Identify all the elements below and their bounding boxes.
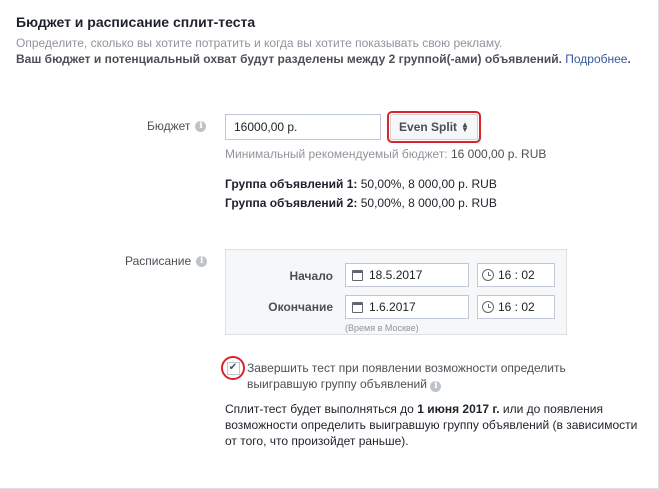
split-type-label: Even Split	[399, 120, 458, 134]
min-budget-value: 16 000,00 р. RUB	[451, 147, 547, 161]
ad-group-2-name: Группа объявлений 2:	[225, 196, 358, 210]
end-test-label-text: Завершить тест при появлении возможности…	[247, 361, 566, 391]
schedule-label: Расписание	[125, 254, 192, 268]
description-prefix: Сплит-тест будет выполняться до	[225, 402, 414, 416]
budget-row-label: Бюджет i	[147, 119, 207, 133]
calendar-icon	[352, 301, 363, 313]
section-note: Ваш бюджет и потенциальный охват будут р…	[16, 52, 631, 66]
split-type-dropdown[interactable]: Even Split ▲ ▼	[387, 111, 481, 143]
learn-more-suffix: .	[627, 52, 631, 66]
clock-icon	[482, 301, 494, 313]
end-date-field[interactable]: 1.6.2017	[345, 295, 469, 319]
end-test-checkbox-highlight: ✔	[221, 356, 245, 380]
end-test-checkbox[interactable]: ✔	[226, 361, 240, 375]
updown-arrows-icon: ▲ ▼	[461, 120, 469, 134]
section-note-text: Ваш бюджет и потенциальный охват будут р…	[16, 52, 562, 66]
clock-icon	[482, 269, 494, 281]
calendar-icon	[352, 269, 363, 281]
start-time-value: 16 : 02	[498, 268, 535, 282]
learn-more-link[interactable]: Подробнее	[565, 52, 627, 66]
budget-info-icon[interactable]: i	[195, 120, 207, 132]
split-test-description: Сплит-тест будет выполняться до 1 июня 2…	[225, 401, 645, 449]
start-date-value: 18.5.2017	[369, 268, 423, 282]
ad-group-2-allocation: Группа объявлений 2: 50,00%, 8 000,00 р.…	[225, 196, 497, 210]
ad-group-1-allocation: Группа объявлений 1: 50,00%, 8 000,00 р.…	[225, 177, 497, 191]
end-test-info-icon[interactable]: i	[430, 380, 442, 392]
min-budget-hint: Минимальный рекомендуемый бюджет: 16 000…	[225, 147, 546, 161]
schedule-row-label: Расписание i	[125, 254, 208, 268]
start-label: Начало	[289, 269, 333, 283]
timezone-note: (Время в Москве)	[345, 323, 419, 333]
description-date: 1 июня 2017 г.	[417, 402, 500, 416]
budget-label: Бюджет	[147, 119, 191, 133]
end-test-label[interactable]: Завершить тест при появлении возможности…	[247, 360, 627, 392]
end-date-value: 1.6.2017	[369, 300, 416, 314]
ad-group-1-value: 50,00%, 8 000,00 р. RUB	[360, 177, 497, 191]
section-title: Бюджет и расписание сплит-теста	[16, 14, 256, 30]
section-subtitle: Определите, сколько вы хотите потратить …	[16, 36, 503, 50]
end-time-value: 16 : 02	[498, 300, 535, 314]
ad-group-2-value: 50,00%, 8 000,00 р. RUB	[360, 196, 497, 210]
end-time-field[interactable]: 16 : 02	[477, 295, 555, 319]
budget-input[interactable]: 16000,00 р.	[225, 114, 381, 140]
checkmark-icon: ✔	[228, 362, 238, 373]
split-test-budget-panel: Бюджет и расписание сплит-теста Определи…	[0, 0, 659, 489]
end-label: Окончание	[268, 300, 333, 314]
min-budget-prefix: Минимальный рекомендуемый бюджет:	[225, 147, 448, 161]
start-time-field[interactable]: 16 : 02	[477, 263, 555, 287]
ad-group-1-name: Группа объявлений 1:	[225, 177, 358, 191]
start-date-field[interactable]: 18.5.2017	[345, 263, 469, 287]
schedule-info-icon[interactable]: i	[196, 255, 208, 267]
